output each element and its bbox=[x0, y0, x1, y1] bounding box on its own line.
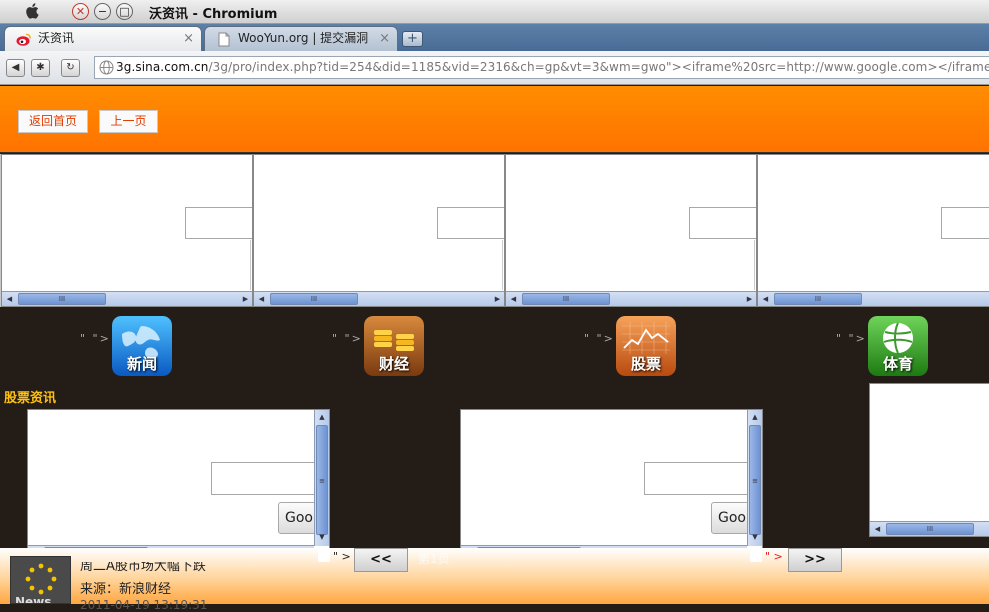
window-minimize-button[interactable]: − bbox=[94, 3, 111, 20]
scroll-right-icon[interactable]: ▶ bbox=[239, 293, 252, 305]
news-thumb-label: News bbox=[15, 595, 52, 604]
pager-prev-button[interactable]: << bbox=[354, 548, 408, 572]
search-input[interactable] bbox=[185, 207, 252, 239]
tab-label: 沃资讯 bbox=[38, 31, 75, 45]
injected-iframes-row: ◀ III ▶ ◀ III ▶ ◀ III ▶ ◀ III bbox=[0, 154, 989, 307]
window-maximize-button[interactable]: □ bbox=[116, 3, 133, 20]
search-input[interactable] bbox=[437, 207, 504, 239]
back-button[interactable]: ◀ bbox=[6, 59, 25, 77]
category-sports[interactable]: 体育 bbox=[868, 316, 928, 376]
scroll-down-icon[interactable]: ▼ bbox=[316, 531, 328, 544]
category-label: 新闻 bbox=[126, 355, 157, 373]
injected-quote-text: " "> bbox=[836, 332, 867, 345]
address-bar[interactable]: 3g.sina.com.cn/3g/pro/index.php?tid=254&… bbox=[94, 56, 989, 79]
tab-label: WooYun.org | 提交漏洞 bbox=[238, 31, 369, 45]
scroll-thumb[interactable]: III bbox=[18, 293, 106, 305]
iframe-box[interactable]: ◀ III ▶ bbox=[1, 154, 253, 307]
category-news[interactable]: 新闻 bbox=[112, 316, 172, 376]
category-label: 股票 bbox=[630, 355, 661, 373]
search-input[interactable] bbox=[941, 207, 989, 239]
horizontal-scrollbar[interactable]: ◀ III bbox=[870, 521, 989, 536]
category-label: 体育 bbox=[882, 355, 913, 373]
iframe-box[interactable]: Goo ▲ ≡ ▼ ◀ III ▶ bbox=[27, 409, 330, 561]
scroll-thumb[interactable]: III bbox=[886, 523, 974, 535]
scroll-right-icon[interactable]: ▶ bbox=[743, 293, 756, 305]
url-domain: 3g.sina.com.cn bbox=[116, 60, 209, 74]
iframe-box[interactable]: ◀ III ▶ bbox=[505, 154, 757, 307]
scroll-thumb[interactable]: ≡ bbox=[749, 425, 761, 535]
forward-button[interactable]: ✱ bbox=[31, 59, 50, 77]
injected-quote-text: " "> bbox=[584, 332, 615, 345]
vertical-scrollbar[interactable]: ▲ ≡ ▼ bbox=[747, 410, 762, 546]
scroll-left-icon[interactable]: ◀ bbox=[3, 293, 16, 305]
frame-edge bbox=[250, 240, 251, 290]
scroll-up-icon[interactable]: ▲ bbox=[749, 411, 761, 424]
page-icon bbox=[218, 32, 230, 47]
scroll-down-icon[interactable]: ▼ bbox=[749, 531, 761, 544]
iframe-box[interactable]: ◀ III ▶ bbox=[253, 154, 505, 307]
news-source: 来源：新浪财经 bbox=[80, 582, 172, 597]
scroll-thumb[interactable]: III bbox=[270, 293, 358, 305]
horizontal-scrollbar[interactable]: ◀ III ▶ bbox=[254, 291, 504, 306]
tab-close-icon[interactable]: × bbox=[379, 27, 390, 50]
category-stocks[interactable]: 股票 bbox=[616, 316, 676, 376]
url-path: /3g/pro/index.php?tid=254&did=1185&vid=2… bbox=[208, 60, 989, 74]
menu-bar: ✕ − □ 沃资讯 - Chromium bbox=[0, 0, 989, 24]
reload-button[interactable]: ↻ bbox=[61, 59, 80, 77]
iframe-box[interactable]: ◀ III bbox=[869, 383, 989, 537]
new-tab-button[interactable]: + bbox=[402, 31, 423, 47]
frame-edge bbox=[502, 240, 503, 290]
injected-quote-text: " > bbox=[333, 550, 351, 563]
scroll-left-icon[interactable]: ◀ bbox=[255, 293, 268, 305]
vertical-scrollbar[interactable]: ▲ ≡ ▼ bbox=[314, 410, 329, 546]
window-title: 沃资讯 - Chromium bbox=[149, 7, 278, 22]
apple-icon[interactable] bbox=[24, 2, 42, 20]
injected-quote-text: " "> bbox=[332, 332, 363, 345]
category-label: 财经 bbox=[378, 355, 409, 373]
section-title: 股票资讯 bbox=[4, 391, 57, 406]
tab-strip: 沃资讯 × WooYun.org | 提交漏洞 × + bbox=[0, 24, 989, 51]
search-input[interactable] bbox=[689, 207, 756, 239]
scroll-thumb[interactable]: III bbox=[522, 293, 610, 305]
tab-wozixun[interactable]: 沃资讯 × bbox=[4, 26, 202, 51]
frame-edge bbox=[754, 240, 755, 290]
category-finance[interactable]: 财经 bbox=[364, 316, 424, 376]
previous-page-button[interactable]: 上一页 bbox=[99, 110, 158, 133]
search-input[interactable] bbox=[644, 462, 754, 495]
news-date: 2011-04-19 13:19:31 bbox=[80, 598, 208, 612]
news-thumbnail[interactable]: News bbox=[10, 556, 71, 604]
scroll-left-icon[interactable]: ◀ bbox=[759, 293, 772, 305]
page-number: 第1页 bbox=[418, 552, 450, 566]
injected-quote-text: " > bbox=[765, 550, 783, 563]
window-close-button[interactable]: ✕ bbox=[72, 3, 89, 20]
injected-quote-text: " "> bbox=[80, 332, 111, 345]
horizontal-scrollbar[interactable]: ◀ III ▶ bbox=[2, 291, 252, 306]
search-input[interactable] bbox=[211, 462, 321, 495]
horizontal-scrollbar[interactable]: ◀ III bbox=[758, 291, 989, 306]
horizontal-scrollbar[interactable]: ◀ III ▶ bbox=[506, 291, 756, 306]
loading-spinner-icon bbox=[25, 563, 57, 595]
iframe-box[interactable]: Goo ▲ ≡ ▼ ◀ III ▶ bbox=[460, 409, 763, 561]
scroll-left-icon[interactable]: ◀ bbox=[507, 293, 520, 305]
iframe-box[interactable]: ◀ III bbox=[757, 154, 989, 307]
url-text: 3g.sina.com.cn/3g/pro/index.php?tid=254&… bbox=[116, 57, 989, 78]
globe-icon bbox=[99, 60, 114, 75]
site-header: 返回首页 上一页 bbox=[0, 86, 989, 153]
scroll-thumb[interactable]: ≡ bbox=[316, 425, 328, 535]
tab-wooyun[interactable]: WooYun.org | 提交漏洞 × bbox=[204, 26, 398, 51]
pager-next-button[interactable]: >> bbox=[788, 548, 842, 572]
home-button[interactable]: 返回首页 bbox=[18, 110, 88, 133]
scroll-thumb[interactable]: III bbox=[774, 293, 862, 305]
placeholder-box bbox=[750, 548, 762, 562]
scroll-left-icon[interactable]: ◀ bbox=[871, 523, 884, 535]
tab-close-icon[interactable]: × bbox=[183, 27, 194, 50]
scroll-up-icon[interactable]: ▲ bbox=[316, 411, 328, 424]
sina-weibo-icon bbox=[16, 33, 31, 46]
placeholder-box bbox=[318, 548, 330, 562]
browser-toolbar: ◀ ✱ ↻ 3g.sina.com.cn/3g/pro/index.php?ti… bbox=[0, 51, 989, 85]
scroll-right-icon[interactable]: ▶ bbox=[491, 293, 504, 305]
